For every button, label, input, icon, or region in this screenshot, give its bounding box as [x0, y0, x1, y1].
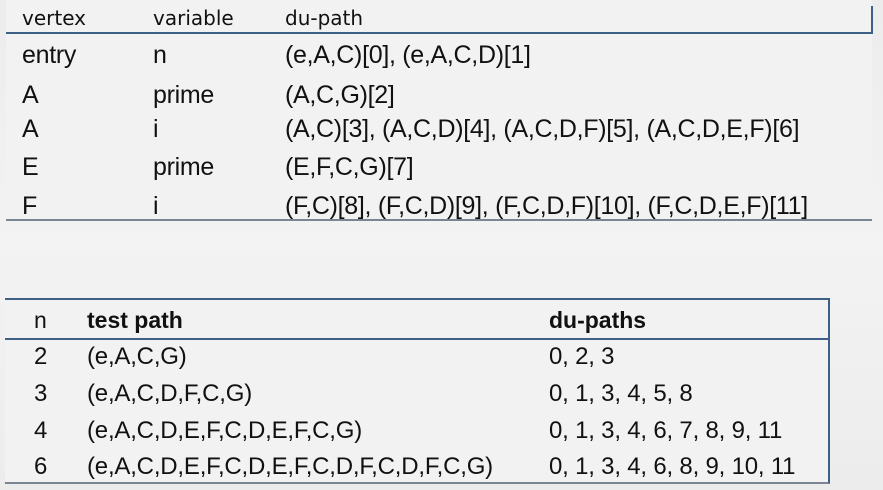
table-row: F i (F,C)[8], (F,C,D)[9], (F,C,D,F)[10],… — [6, 188, 872, 224]
table-row: E prime (E,F,C,G)[7] — [6, 149, 872, 185]
header-variable: variable — [153, 6, 234, 30]
table-row: 3 (e,A,C,D,F,C,G) 0, 1, 3, 4, 5, 8 — [5, 376, 828, 412]
cell-variable: prime — [153, 81, 215, 109]
cell-vertex: E — [22, 153, 39, 181]
table-row: 4 (e,A,C,D,E,F,C,D,E,F,C,G) 0, 1, 3, 4, … — [5, 413, 828, 449]
cell-test-path: (e,A,C,D,F,C,G) — [87, 380, 253, 407]
cell-vertex: A — [22, 81, 39, 109]
cell-du-paths: 0, 1, 3, 4, 6, 8, 9, 10, 11 — [549, 453, 796, 480]
header-vertex: vertex — [22, 6, 86, 30]
table-row: A i (A,C)[3], (A,C,D)[4], (A,C,D,F)[5], … — [6, 111, 872, 147]
cell-n: 4 — [34, 417, 48, 444]
test-path-table: n test path du-paths 2 (e,A,C,G) 0, 2, 3… — [5, 298, 830, 484]
cell-n: 3 — [34, 380, 48, 407]
cell-du-path: (E,F,C,G)[7] — [285, 153, 414, 181]
du-path-table-header: vertex variable du-path — [6, 0, 873, 34]
cell-variable: i — [153, 115, 159, 143]
cell-test-path: (e,A,C,G) — [87, 343, 187, 370]
table-row: A prime (A,C,G)[2] — [6, 77, 872, 113]
cell-du-paths: 0, 1, 3, 4, 6, 7, 8, 9, 11 — [549, 417, 783, 444]
cell-vertex: entry — [22, 41, 77, 69]
cell-du-path: (A,C)[3], (A,C,D)[4], (A,C,D,F)[5], (A,C… — [285, 115, 800, 143]
table-row: 6 (e,A,C,D,E,F,C,D,E,F,C,D,F,C,D,F,C,G) … — [5, 449, 828, 485]
cell-du-path: (F,C)[8], (F,C,D)[9], (F,C,D,F)[10], (F,… — [285, 192, 808, 220]
header-n: n — [34, 307, 47, 333]
cell-du-paths: 0, 2, 3 — [549, 343, 615, 370]
cell-du-path: (A,C,G)[2] — [285, 81, 395, 109]
cell-n: 2 — [34, 343, 48, 370]
cell-du-paths: 0, 1, 3, 4, 5, 8 — [549, 380, 693, 407]
header-test-path: test path — [87, 307, 183, 333]
cell-variable: prime — [153, 153, 215, 181]
cell-test-path: (e,A,C,D,E,F,C,D,E,F,C,D,F,C,D,F,C,G) — [87, 453, 493, 480]
cell-du-path: (e,A,C)[0], (e,A,C,D)[1] — [285, 41, 531, 69]
test-path-table-header: n test path du-paths — [5, 300, 828, 340]
table-row: entry n (e,A,C)[0], (e,A,C,D)[1] — [6, 37, 872, 73]
cell-test-path: (e,A,C,D,E,F,C,D,E,F,C,G) — [87, 417, 363, 444]
cell-variable: n — [153, 41, 167, 69]
cell-vertex: A — [22, 115, 39, 143]
header-du-path: du-path — [285, 6, 364, 30]
table-row: 2 (e,A,C,G) 0, 2, 3 — [5, 339, 828, 375]
cell-n: 6 — [34, 453, 48, 480]
header-du-paths: du-paths — [549, 307, 647, 333]
cell-variable: i — [153, 192, 159, 220]
du-path-table: vertex variable du-path entry n (e,A,C)[… — [6, 0, 873, 224]
cell-vertex: F — [22, 192, 37, 220]
